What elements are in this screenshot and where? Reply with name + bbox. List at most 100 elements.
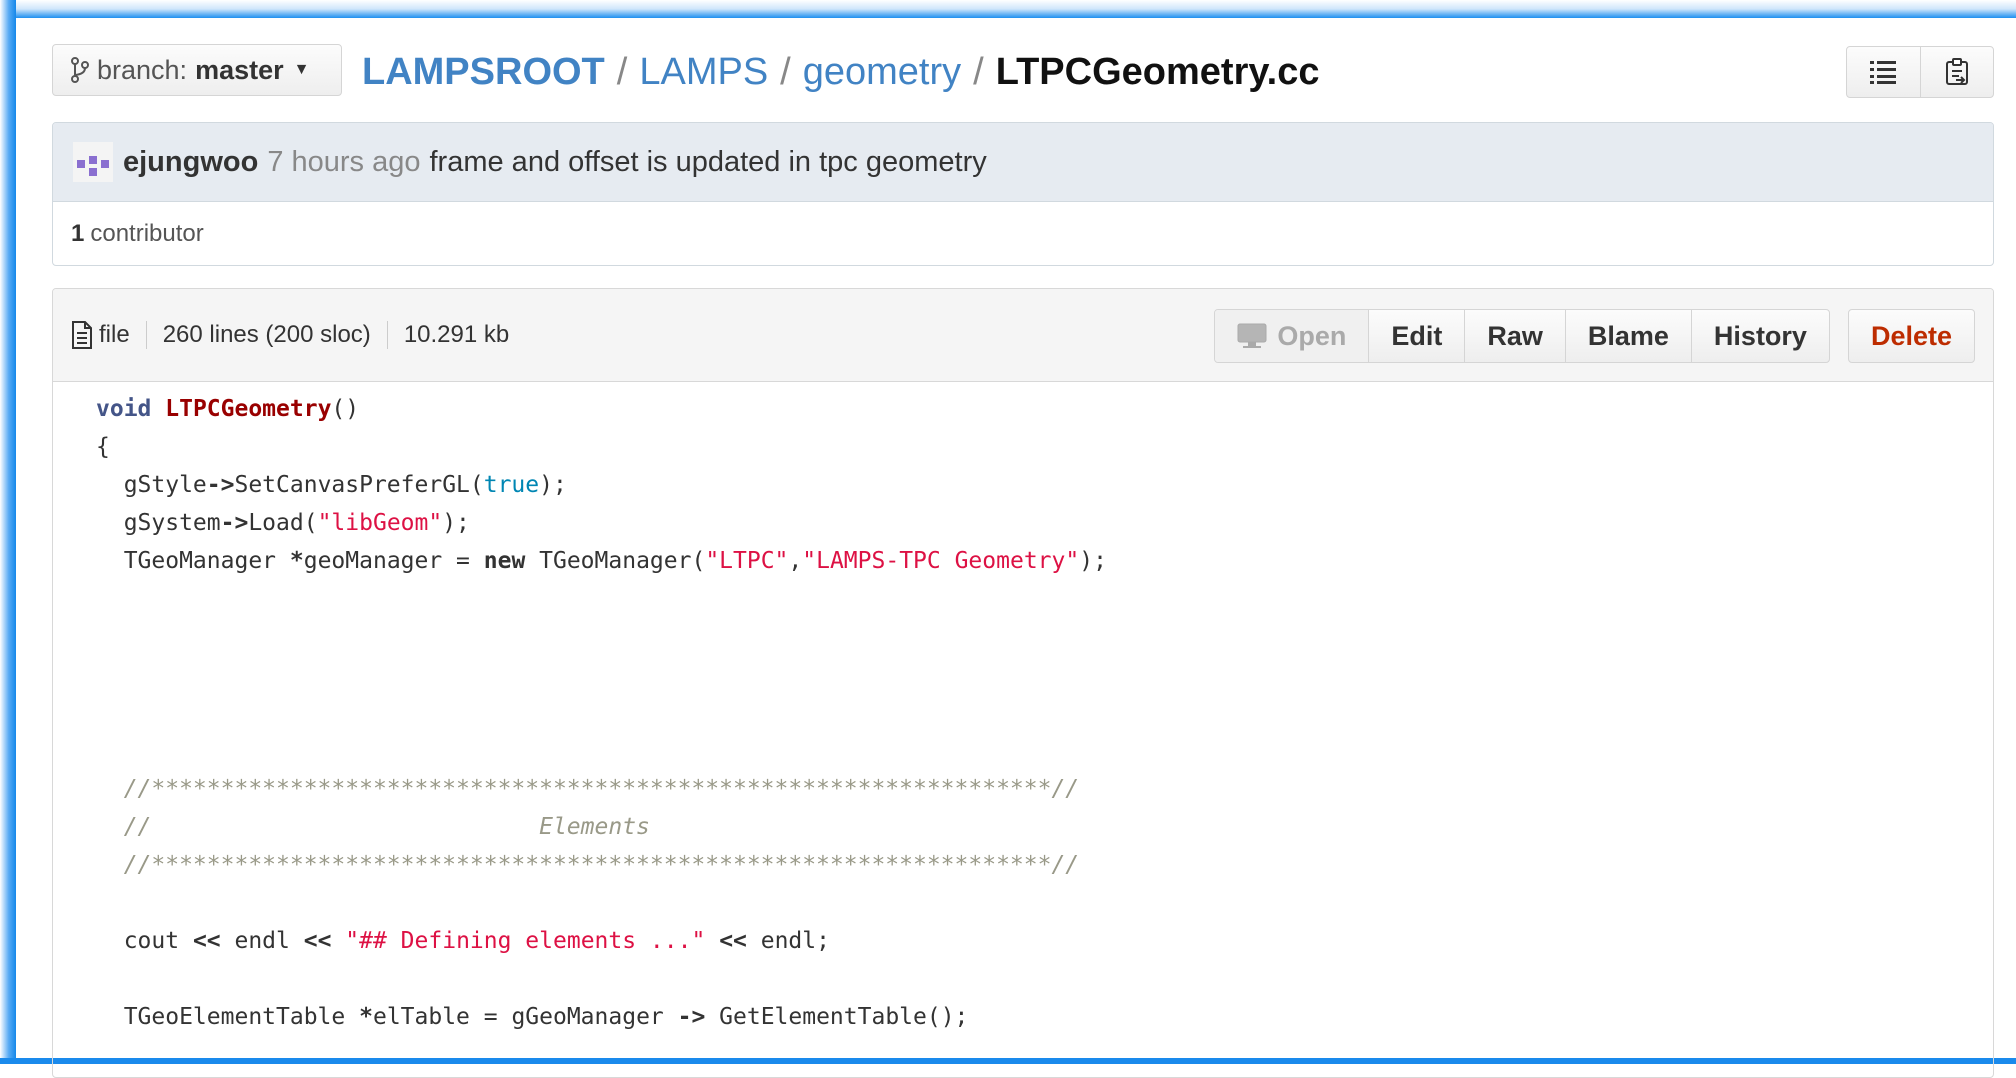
breadcrumb: LAMPSROOT / LAMPS / geometry / LTPCGeome… [362,44,1320,100]
avatar[interactable] [73,142,113,182]
file-type: file [71,321,146,349]
view-toggle-group [1846,46,1994,98]
window-frame-left [0,0,16,1064]
code-line: void LTPCGeometry() [96,390,1993,428]
copy-clipboard-button[interactable] [1919,47,1994,97]
commit-timestamp: 7 hours ago [267,145,421,178]
code-token: new [483,548,526,574]
breadcrumb-repo-root[interactable]: LAMPSROOT [362,51,605,94]
breadcrumb-lamps[interactable]: LAMPS [639,51,768,94]
file-size: 10.291 kb [386,321,525,349]
code-token: -> [206,472,235,498]
raw-button[interactable]: Raw [1464,310,1565,362]
caret-down-icon: ▼ [293,61,310,78]
code-token: "## Defining elements ..." [345,928,706,954]
file-actions: Open Edit Raw Blame History Delete [1214,309,1975,363]
commit-header: ejungwoo 7 hours ago frame and offset is… [53,123,1993,202]
code-token: void [96,396,152,422]
latest-commit-box: ejungwoo 7 hours ago frame and offset is… [52,122,1994,266]
commit-author-link[interactable]: ejungwoo [123,146,258,179]
breadcrumb-separator: / [973,50,984,93]
code-token: elTable = gGeoManager [372,1004,678,1030]
code-line: TGeoElementTable *elTable = gGeoManager … [96,998,1993,1036]
open-button[interactable]: Open [1215,310,1369,362]
code-token: -> [220,510,249,536]
edit-button[interactable]: Edit [1368,310,1464,362]
code-token: ); [539,472,567,498]
code-token: GetElementTable(); [705,1004,969,1030]
code-token: << [192,928,221,954]
file-info: file 260 lines (200 sloc) 10.291 kb [71,321,525,349]
code-token: ); [442,510,470,536]
file-icon [72,321,92,349]
file-type-label: file [99,321,130,348]
commit-message-link[interactable]: frame and offset is updated in tpc geome… [430,146,987,179]
code-token: , [788,548,803,574]
desktop-icon [1237,323,1267,348]
list-icon [1870,61,1897,84]
contributor-count: 1 [71,220,85,247]
code-line: //**************************************… [96,852,1080,878]
code-line: { [96,434,110,460]
blame-button[interactable]: Blame [1564,310,1691,362]
code-token: endl; [746,928,830,954]
code-token: "LTPC" [705,548,789,574]
file-viewer: file 260 lines (200 sloc) 10.291 kb Open… [52,288,1994,1078]
code-token: LTPCGeometry [165,396,332,422]
breadcrumb-geometry[interactable]: geometry [803,51,961,94]
branch-prefix-label: branch: [97,54,188,85]
code-token: geoManager = [303,548,484,574]
code-token: () [331,396,360,422]
delete-button[interactable]: Delete [1847,309,1975,363]
code-view: void LTPCGeometry() { gStyle->SetCanvasP… [53,382,1993,1036]
code-token: ); [1079,548,1107,574]
code-line: gStyle->SetCanvasPreferGL(true); [96,466,1993,504]
code-token: true [483,472,540,498]
code-token: cout [96,928,193,954]
code-token: TGeoManager( [525,548,706,574]
file-line-count: 260 lines (200 sloc) [145,321,387,349]
code-line: gSystem->Load("libGeom"); [96,504,1993,542]
breadcrumb-separator: / [780,50,791,93]
code-token: gStyle [96,472,207,498]
contributor-label: contributor [90,220,204,247]
branch-icon [71,57,89,83]
file-action-group: Open Edit Raw Blame History [1214,309,1830,363]
code-token: * [289,548,304,574]
code-line: TGeoManager *geoManager = new TGeoManage… [96,542,1993,580]
contributors-row[interactable]: 1 contributor [53,202,1993,265]
code-line: // Elements [96,814,650,840]
list-view-button[interactable] [1847,47,1920,97]
code-token: TGeoElementTable [96,1004,360,1030]
open-label: Open [1277,320,1347,351]
code-token: SetCanvasPreferGL( [234,472,484,498]
code-token: TGeoManager [96,548,290,574]
branch-selector-button[interactable]: branch: master ▼ [52,44,342,96]
code-token: -> [677,1004,706,1030]
code-token: << [303,928,332,954]
code-token: endl [220,928,304,954]
file-header: file 260 lines (200 sloc) 10.291 kb Open… [53,289,1993,382]
branch-name: master [195,54,284,85]
code-line: //**************************************… [96,776,1080,802]
code-token: gSystem [96,510,221,536]
code-token: * [359,1004,373,1030]
breadcrumb-separator: / [616,50,628,93]
code-token: << [719,928,747,954]
breadcrumb-current-file: LTPCGeometry.cc [995,50,1320,93]
code-token: "libGeom" [317,510,443,536]
window-frame-top [0,0,2016,18]
code-token: Load( [248,510,318,536]
code-line: cout << endl << "## Defining elements ..… [96,922,1993,960]
clipboard-icon [1945,58,1968,85]
history-button[interactable]: History [1690,310,1829,362]
